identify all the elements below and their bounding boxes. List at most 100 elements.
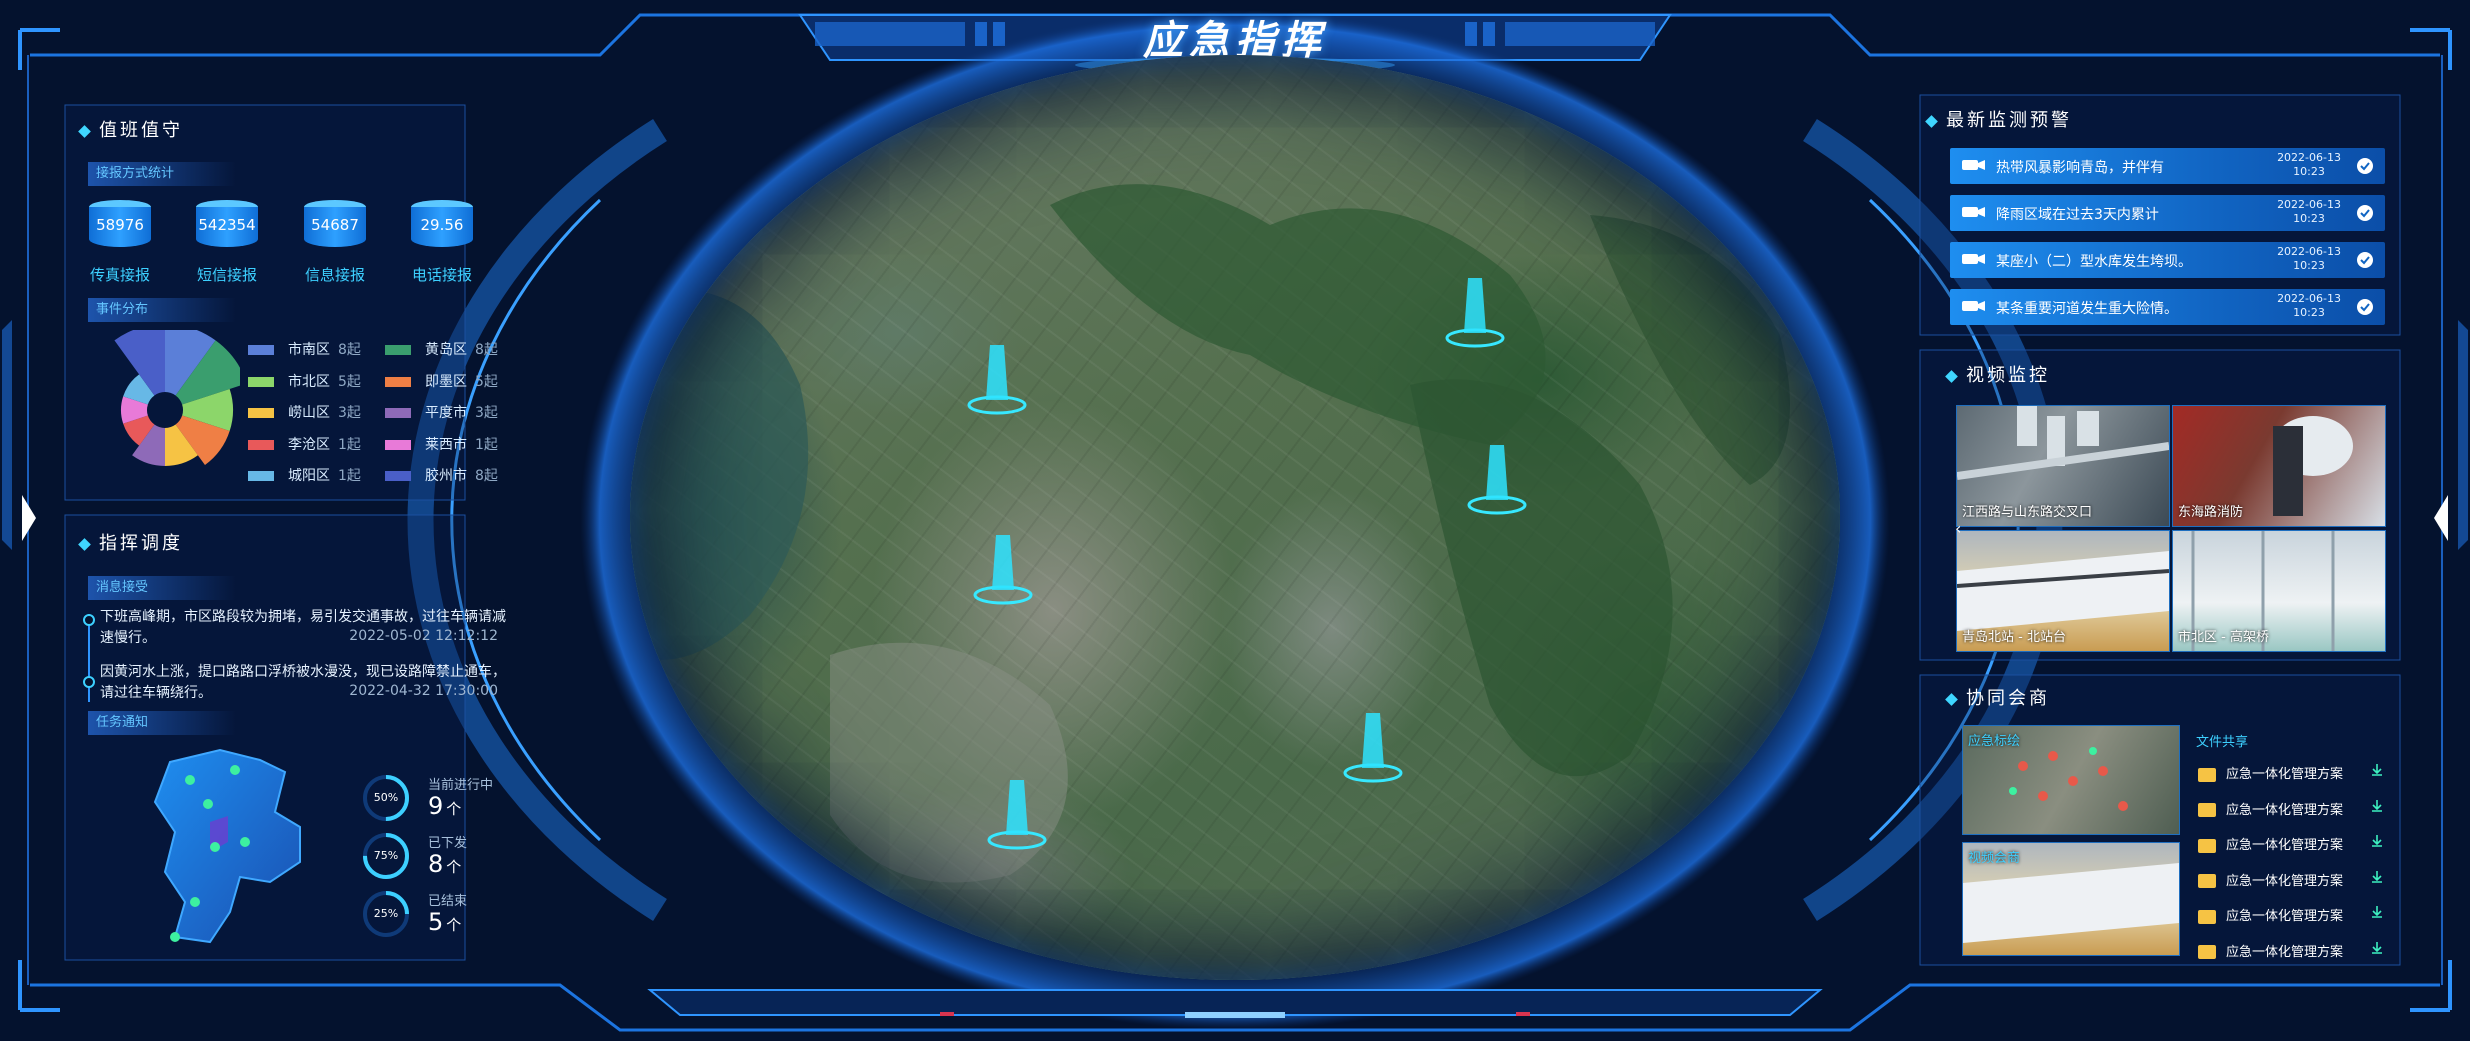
task-label: 当前进行中 (428, 778, 494, 793)
phone-report-stat: 29.56 (411, 200, 473, 252)
alerts-panel-title: 最新监测预警 (1925, 106, 2072, 132)
alert-item[interactable]: 某条重要河道发生重大险情。 2022-06-13 10:23 (1950, 289, 2385, 325)
legend-swatch (248, 345, 274, 355)
folder-icon (2198, 767, 2216, 782)
district-legend-item: 即墨区 5起 (385, 371, 498, 391)
check-icon[interactable] (2357, 252, 2373, 268)
check-icon[interactable] (2357, 205, 2373, 221)
alert-item[interactable]: 降雨区域在过去3天内累计 2022-06-13 10:23 (1950, 195, 2385, 231)
task-notice-tag: 任务通知 (88, 711, 236, 735)
video-feed[interactable]: 青岛北站 - 北站台 (1956, 530, 2170, 652)
emergency-plot-thumb[interactable]: 应急标绘 (1962, 725, 2180, 835)
download-icon[interactable] (2370, 763, 2384, 777)
sms-report-stat: 542354 (196, 200, 258, 252)
satellite-map[interactable] (630, 55, 1840, 980)
file-share-title: 文件共享 (2196, 735, 2249, 750)
command-panel-title: 指挥调度 (78, 529, 183, 555)
download-icon[interactable] (2370, 870, 2384, 884)
video-feed[interactable]: 东海路消防 (2172, 405, 2386, 527)
shared-file-item[interactable]: 应急一体化管理方案 (2198, 870, 2382, 889)
folder-icon (2198, 838, 2216, 853)
alert-datetime: 2022-06-13 10:23 (2277, 151, 2341, 178)
task-label: 已下发 (428, 836, 468, 851)
legend-swatch (385, 439, 411, 450)
legend-swatch (385, 471, 411, 481)
camera-icon (1962, 160, 1985, 170)
folder-icon (2198, 909, 2216, 924)
camera-icon (1962, 301, 1985, 311)
region-map[interactable] (150, 742, 310, 952)
alert-datetime: 2022-06-13 10:23 (2277, 198, 2341, 225)
legend-swatch (385, 376, 411, 387)
shared-file-item[interactable]: 应急一体化管理方案 (2198, 941, 2382, 960)
map-marker-icon[interactable] (982, 760, 1052, 855)
task-count: 5个 (428, 908, 462, 936)
legend-swatch (385, 408, 411, 418)
download-icon[interactable] (2370, 941, 2384, 955)
task-percent: 25% (373, 907, 399, 920)
message-time: 2022-05-02 12:12:12 (349, 628, 498, 644)
alert-datetime: 2022-06-13 10:23 (2277, 292, 2341, 319)
report-stats-tag: 接报方式统计 (88, 162, 236, 186)
task-count: 9个 (428, 792, 462, 820)
collab-panel-title: 协同会商 (1945, 684, 2050, 710)
video-feed[interactable]: 市北区 - 高架桥 (2172, 530, 2386, 652)
info-report-stat: 54687 (304, 200, 366, 252)
page-title: 应急指挥 (1143, 18, 1327, 64)
alert-item[interactable]: 热带风暴影响青岛，并伴有 2022-06-13 10:23 (1950, 148, 2385, 184)
shared-file-item[interactable]: 应急一体化管理方案 (2198, 799, 2382, 818)
district-legend-item: 市北区 5起 (248, 371, 361, 391)
duty-panel-title: 值班值守 (78, 116, 183, 142)
event-distribution-tag: 事件分布 (88, 298, 236, 322)
message-received-tag: 消息接受 (88, 576, 236, 600)
task-percent: 75% (373, 849, 399, 862)
legend-swatch (248, 376, 274, 387)
video-feed[interactable]: 江西路与山东路交叉口 (1956, 405, 2170, 527)
shared-file-item[interactable]: 应急一体化管理方案 (2198, 834, 2382, 853)
sms-report-label: 短信接报 (196, 266, 257, 284)
fax-report-stat: 58976 (89, 200, 151, 252)
legend-swatch (385, 345, 411, 355)
shared-file-item[interactable]: 应急一体化管理方案 (2198, 905, 2382, 924)
info-report-label: 信息接报 (304, 266, 365, 284)
shared-file-item[interactable]: 应急一体化管理方案 (2198, 763, 2382, 782)
check-icon[interactable] (2357, 299, 2373, 315)
camera-icon (1962, 207, 1985, 217)
map-terrain (630, 184, 1790, 883)
map-marker-icon[interactable] (630, 55, 672, 150)
alert-item[interactable]: 某座小（二）型水库发生垮坝。 2022-06-13 10:23 (1950, 242, 2385, 278)
camera-icon (1962, 254, 1985, 264)
map-marker-icon[interactable] (1440, 258, 1510, 353)
district-legend-item: 胶州市 8起 (385, 465, 498, 485)
folder-icon (2198, 945, 2216, 959)
phone-report-label: 电话接报 (411, 266, 472, 284)
download-icon[interactable] (2370, 905, 2384, 919)
timeline (83, 614, 95, 702)
map-marker-icon[interactable] (1462, 425, 1532, 520)
district-legend-item: 市南区 8起 (248, 339, 361, 359)
video-panel-title: 视频监控 (1945, 361, 2050, 387)
legend-swatch (248, 439, 274, 450)
video-prev-icon[interactable]: ‹ (1955, 519, 1961, 538)
district-legend-item: 城阳区 1起 (248, 465, 361, 485)
event-distribution-chart (114, 330, 240, 466)
district-legend-item: 崂山区 3起 (248, 402, 361, 422)
folder-icon (2198, 874, 2216, 888)
task-count: 8个 (428, 850, 462, 878)
map-marker-icon[interactable] (968, 515, 1038, 610)
map-marker-icon[interactable] (962, 325, 1032, 420)
check-icon[interactable] (2357, 158, 2373, 174)
message-time: 2022-04-32 17:30:00 (349, 683, 498, 699)
folder-icon (2198, 803, 2216, 817)
district-legend-item: 莱西市 1起 (385, 434, 498, 454)
download-icon[interactable] (2370, 799, 2384, 813)
legend-swatch (248, 408, 274, 418)
download-icon[interactable] (2370, 834, 2384, 848)
video-consult-thumb[interactable]: 视频会商 (1962, 842, 2180, 956)
map-marker-icon[interactable] (1338, 693, 1408, 788)
alert-datetime: 2022-06-13 10:23 (2277, 245, 2341, 272)
legend-swatch (248, 471, 274, 481)
district-legend-item: 平度市 3起 (385, 402, 498, 422)
task-label: 已结束 (428, 894, 468, 909)
fax-report-label: 传真接报 (89, 266, 150, 284)
